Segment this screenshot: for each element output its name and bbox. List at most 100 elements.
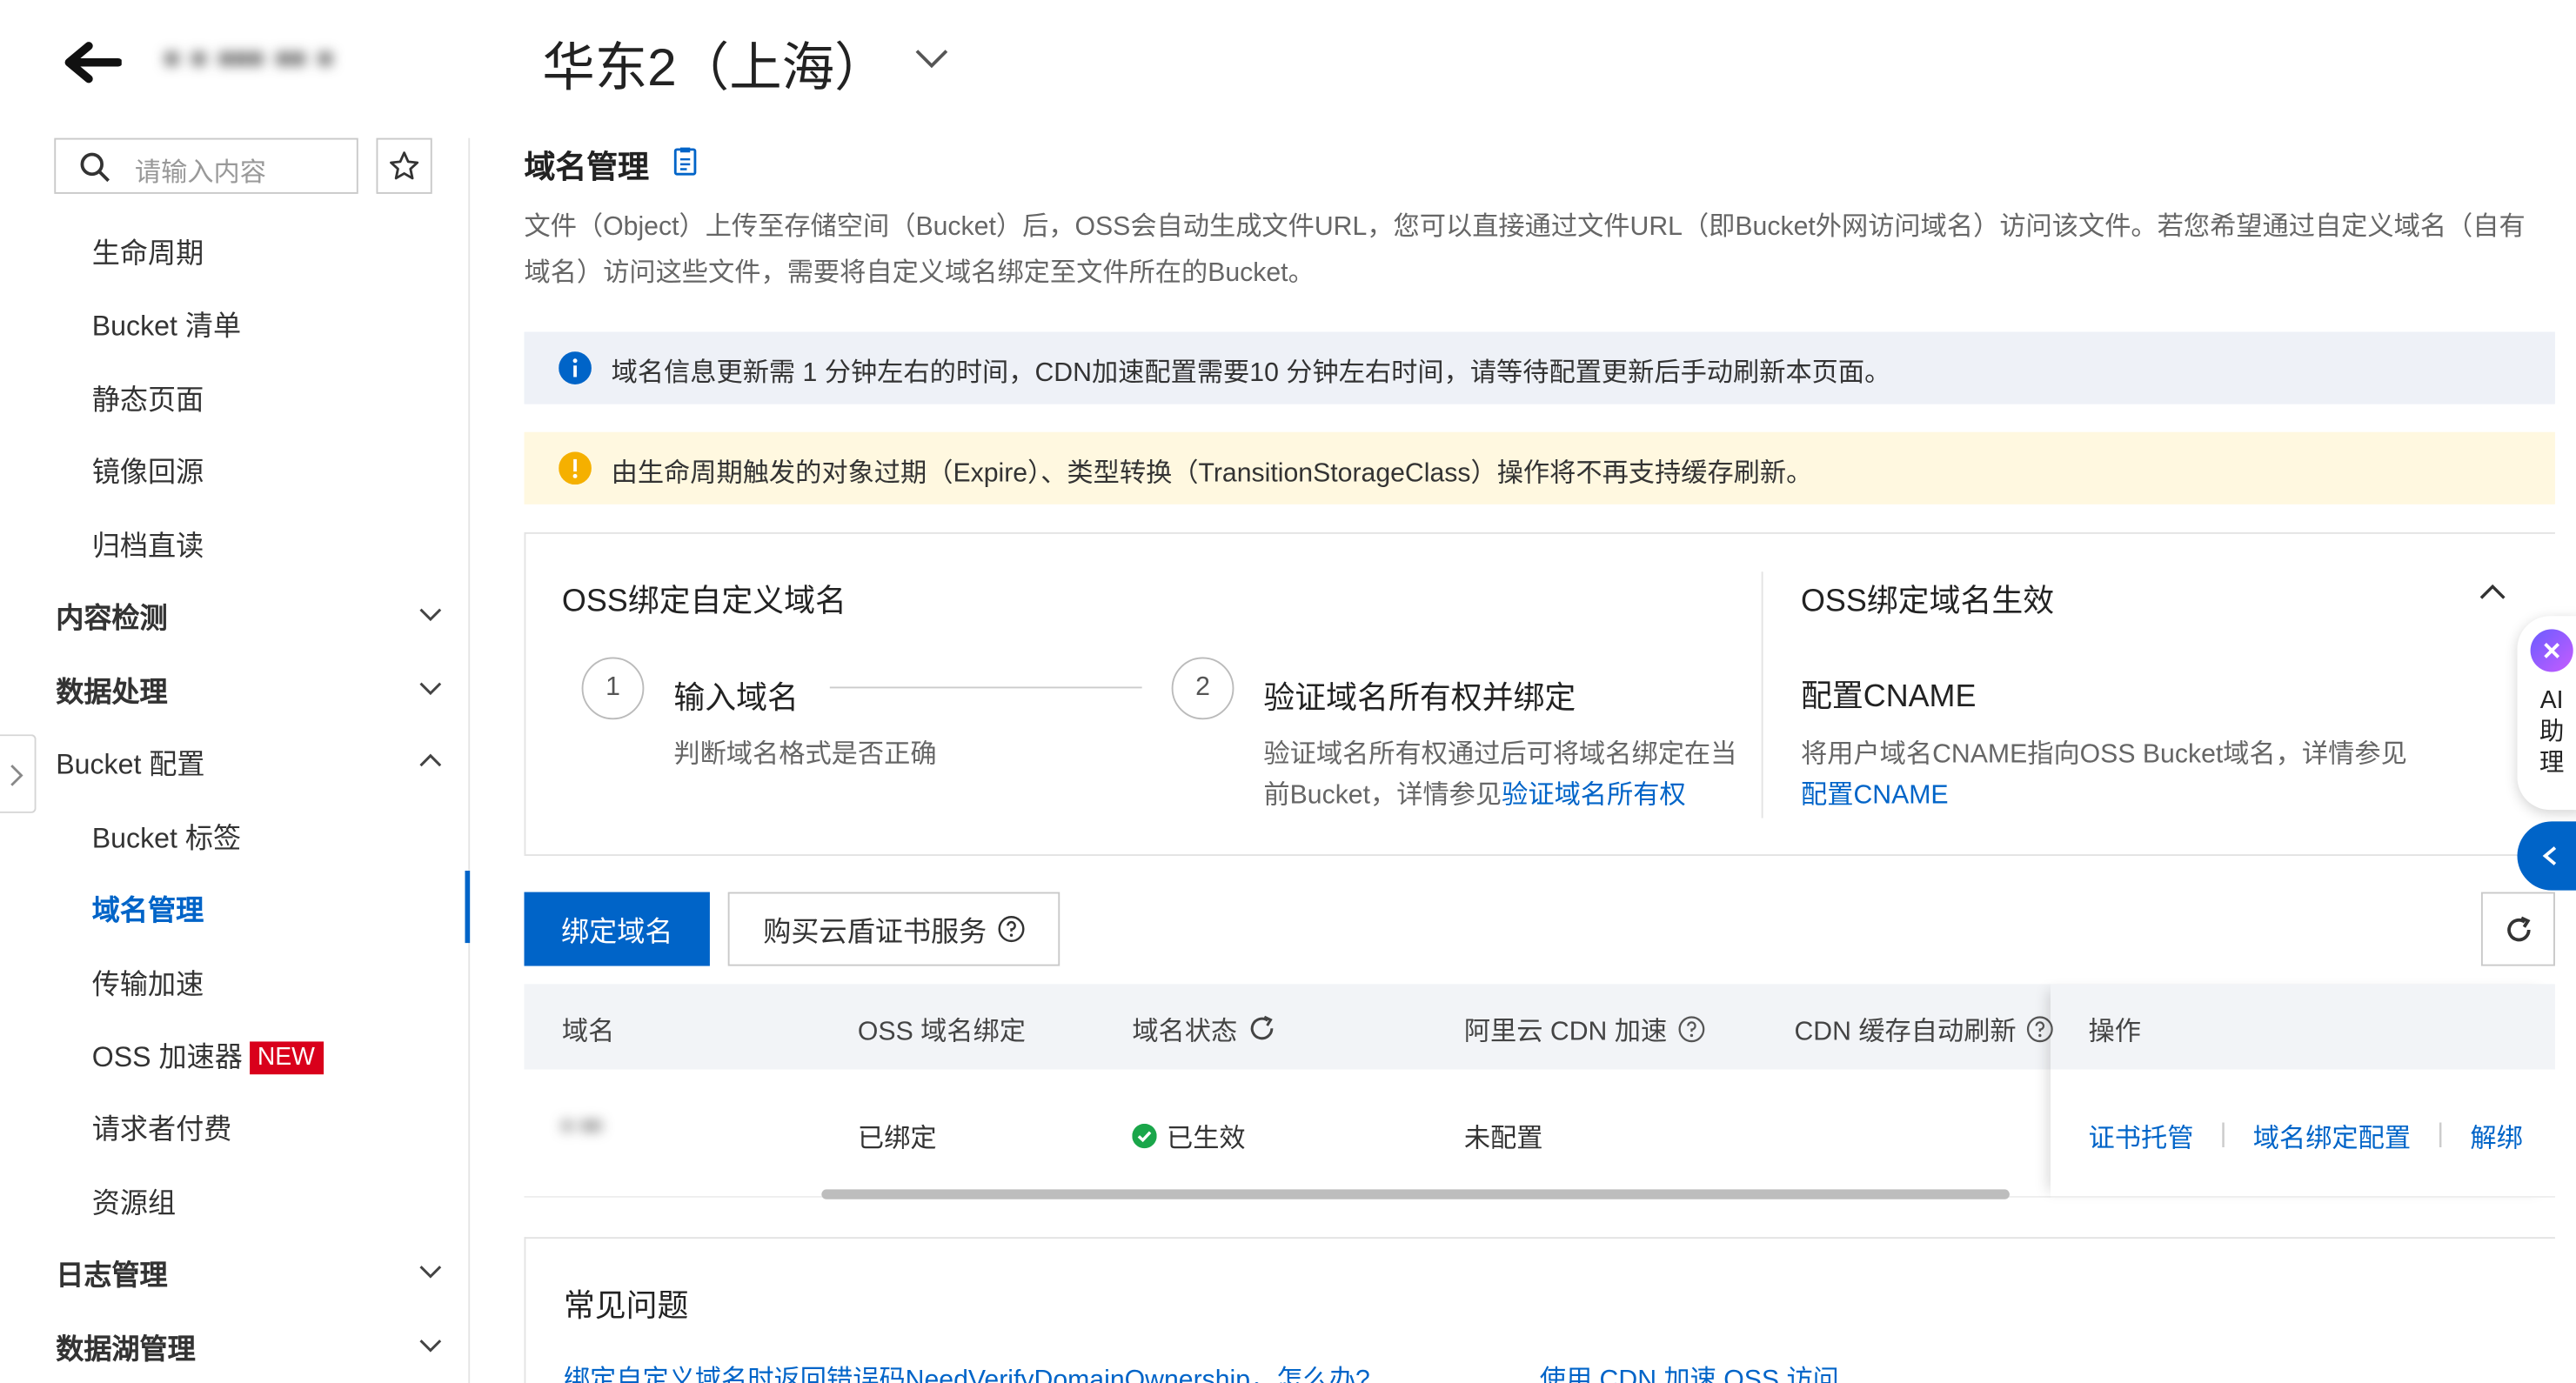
bind-domain-button[interactable]: 绑定域名 xyxy=(524,892,710,966)
refresh-icon xyxy=(2506,915,2530,941)
chevron-down-icon[interactable] xyxy=(913,46,950,72)
chevron-down-icon[interactable] xyxy=(418,1337,444,1353)
operations-cell: 证书托管 | 域名绑定配置 | 解绑 xyxy=(2089,1115,2523,1154)
star-icon xyxy=(390,151,419,180)
column-header-operations: 操作 xyxy=(2088,1018,2142,1047)
page-title: 域名管理 xyxy=(524,150,650,186)
ai-assistant-toggle[interactable] xyxy=(2517,821,2576,891)
sidebar-item-mirror-origin[interactable]: 镜像回源 xyxy=(92,449,204,490)
favorite-button[interactable] xyxy=(376,137,432,194)
sidebar-item-label: OSS 加速器 xyxy=(91,1041,243,1073)
sidebar-item-bucket-inventory[interactable]: Bucket 清单 xyxy=(92,303,241,344)
verify-ownership-link[interactable]: 验证域名所有权 xyxy=(1502,782,1686,810)
step-2-desc: 验证域名所有权通过后可将域名绑定在当前Bucket，详情参见验证域名所有权 xyxy=(1263,734,1740,816)
domain-binding-config-link[interactable]: 域名绑定配置 xyxy=(2253,1115,2411,1154)
table-horizontal-scrollbar[interactable] xyxy=(821,1189,2010,1199)
faq-title: 常见问题 xyxy=(563,1289,689,1325)
chevron-left-icon xyxy=(2542,846,2557,865)
step-1-title: 输入域名 xyxy=(673,681,799,717)
step-1-number: 1 xyxy=(581,657,645,720)
sidebar-group-log-management[interactable]: 日志管理 xyxy=(56,1252,167,1293)
status-text: 已生效 xyxy=(1166,1125,1246,1153)
sidebar-collapse-toggle[interactable] xyxy=(0,734,37,813)
domain-cell-blurred: ▪ ▪▪ xyxy=(561,1108,602,1142)
chevron-up-icon[interactable] xyxy=(2478,582,2507,602)
step-connector xyxy=(829,686,1142,689)
guide-right-desc-text: 将用户域名CNAME指向OSS Bucket域名，详情参见 xyxy=(1801,740,2407,769)
status-cell: 已生效 xyxy=(1132,1115,1246,1154)
bucket-name-blurred: ▪ ▪ ▪▪▪ ▪▪ ▪ xyxy=(164,32,333,83)
sidebar-search-input[interactable]: 请输入内容 xyxy=(54,137,358,194)
sidebar-item-requester-pays[interactable]: 请求者付费 xyxy=(92,1106,232,1146)
chevron-down-icon[interactable] xyxy=(418,680,444,697)
column-header-domain: 域名 xyxy=(561,1018,615,1047)
column-header-cdn-refresh: CDN 缓存自动刷新 xyxy=(1794,1009,2054,1048)
active-indicator xyxy=(465,871,471,944)
chevron-down-icon[interactable] xyxy=(418,1263,444,1279)
column-header-cdn: 阿里云 CDN 加速 xyxy=(1464,1009,1705,1048)
refresh-button[interactable] xyxy=(2480,892,2555,966)
help-icon[interactable] xyxy=(1677,1014,1705,1042)
help-icon xyxy=(997,916,1024,943)
sidebar-item-bucket-tags[interactable]: Bucket 标签 xyxy=(92,815,241,856)
check-circle-icon xyxy=(1132,1122,1157,1148)
sidebar-item-static-page[interactable]: 静态页面 xyxy=(92,377,204,418)
new-badge: NEW xyxy=(249,1041,324,1075)
chevron-right-icon xyxy=(10,765,23,786)
guide-right-subtitle: 配置CNAME xyxy=(1801,679,1977,715)
search-icon xyxy=(80,152,110,183)
sidebar-group-bucket-config[interactable]: Bucket 配置 xyxy=(56,741,204,782)
binding-cell: 已绑定 xyxy=(857,1125,937,1153)
guide-right-desc: 将用户域名CNAME指向OSS Bucket域名，详情参见 配置CNAME xyxy=(1801,734,2458,816)
sidebar-item-transfer-acceleration[interactable]: 传输加速 xyxy=(92,961,204,1002)
sidebar-item-lifecycle[interactable]: 生命周期 xyxy=(92,230,204,271)
guide-right-title: OSS绑定域名生效 xyxy=(1801,585,2055,620)
unbind-link[interactable]: 解绑 xyxy=(2470,1115,2522,1154)
refresh-icon[interactable] xyxy=(1248,1013,1277,1043)
sidebar-divider xyxy=(468,137,471,1383)
config-cname-link[interactable]: 配置CNAME xyxy=(1801,782,1949,810)
buy-cert-label: 购买云盾证书服务 xyxy=(763,916,987,948)
cdn-not-configured-link[interactable]: 未配置 xyxy=(1464,1115,1543,1154)
column-header-oss-binding: OSS 域名绑定 xyxy=(857,1018,1027,1047)
sidebar-item-domain-management[interactable]: 域名管理 xyxy=(92,887,204,928)
warning-notice-text: 由生命周期触发的对象过期（Expire）、类型转换（TransitionStor… xyxy=(611,459,1813,488)
document-icon[interactable] xyxy=(672,146,698,176)
sidebar-group-content-detection[interactable]: 内容检测 xyxy=(56,595,167,636)
page-description: 文件（Object）上传至存储空间（Bucket）后，OSS会自动生成文件URL… xyxy=(524,213,2526,288)
warning-icon xyxy=(559,451,592,485)
chevron-down-icon[interactable] xyxy=(418,606,444,623)
guide-divider xyxy=(1761,571,1763,818)
faq-link-verify-ownership[interactable]: 绑定自定义域名时返回错误码NeedVerifyDomainOwnership，怎… xyxy=(564,1357,1370,1383)
faq-link-cdn-acceleration[interactable]: 使用 CDN 加速 OSS 访问 xyxy=(1540,1357,1839,1383)
sidebar-group-data-processing[interactable]: 数据处理 xyxy=(56,669,167,710)
buy-cert-button[interactable]: 购买云盾证书服务 xyxy=(727,892,1061,966)
faq-card: 常见问题 绑定自定义域名时返回错误码NeedVerifyDomainOwners… xyxy=(524,1237,2555,1383)
sidebar-item-resource-group[interactable]: 资源组 xyxy=(92,1179,176,1220)
column-header-label: 域名状态 xyxy=(1132,1018,1238,1047)
region-selector[interactable]: 华东2（上海） xyxy=(542,26,887,102)
op-separator: | xyxy=(2437,1120,2445,1149)
info-icon xyxy=(559,351,592,384)
step-2-title: 验证域名所有权并绑定 xyxy=(1263,681,1576,717)
chevron-up-icon[interactable] xyxy=(418,752,444,769)
search-placeholder: 请输入内容 xyxy=(134,159,266,188)
column-header-label: 阿里云 CDN 加速 xyxy=(1463,1018,1668,1047)
column-header-label: CDN 缓存自动刷新 xyxy=(1794,1018,2017,1047)
guide-left-title: OSS绑定自定义域名 xyxy=(561,585,846,620)
step-1-desc: 判断域名格式是否正确 xyxy=(673,740,937,769)
cert-hosting-link[interactable]: 证书托管 xyxy=(2089,1115,2194,1154)
info-notice: 域名信息更新需 1 分钟左右的时间，CDN加速配置需要10 分钟左右时间，请等待… xyxy=(524,331,2555,404)
operations-column: 操作 证书托管 | 域名绑定配置 | 解绑 xyxy=(2051,984,2555,1198)
op-separator: | xyxy=(2219,1120,2227,1149)
back-arrow-icon[interactable] xyxy=(63,39,122,85)
step-2-number: 2 xyxy=(1171,657,1234,720)
column-header-domain-status: 域名状态 xyxy=(1132,1009,1276,1048)
sidebar-item-oss-accelerator[interactable]: OSS 加速器 NEW xyxy=(91,1033,324,1075)
close-icon[interactable] xyxy=(2530,629,2573,672)
ai-assistant-panel[interactable]: AI助理 xyxy=(2517,616,2576,811)
ai-assistant-label: AI助理 xyxy=(2539,686,2565,778)
sidebar-group-data-lake[interactable]: 数据湖管理 xyxy=(56,1326,196,1366)
warning-notice: 由生命周期触发的对象过期（Expire）、类型转换（TransitionStor… xyxy=(524,431,2555,504)
sidebar-item-archive-direct-read[interactable]: 归档直读 xyxy=(92,523,204,564)
